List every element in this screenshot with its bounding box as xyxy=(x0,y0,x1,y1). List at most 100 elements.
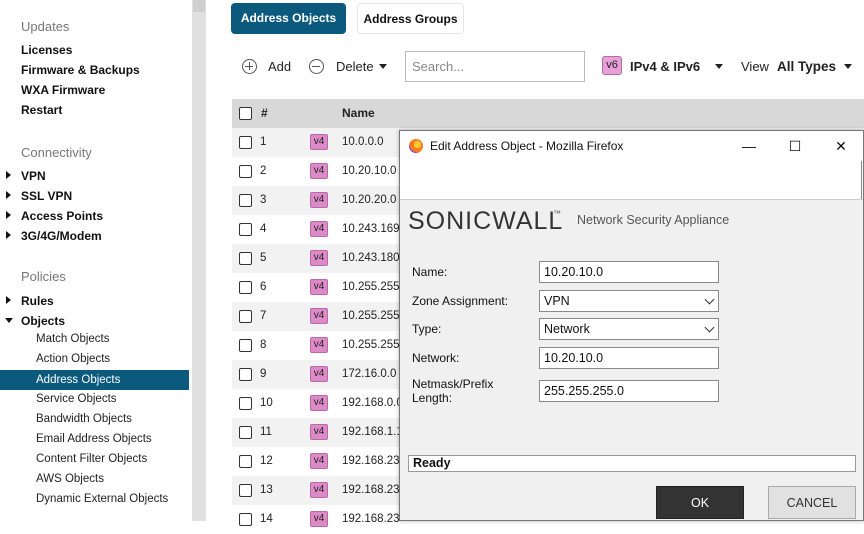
row-checkbox[interactable] xyxy=(239,281,252,294)
sidebar-item-action-objects[interactable]: Action Objects xyxy=(36,353,110,365)
sidebar-item-access-points[interactable]: Access Points xyxy=(21,209,103,223)
delete-dropdown-chevron-icon[interactable] xyxy=(379,64,387,69)
expand-arrow-icon[interactable] xyxy=(6,211,11,219)
dialog-header-divider xyxy=(861,161,862,199)
row-name[interactable]: 192.168.0.0 xyxy=(342,389,403,418)
sidebar-item-objects[interactable]: Objects xyxy=(21,314,65,328)
column-header-name[interactable]: Name xyxy=(342,99,375,128)
sidebar-item-bandwidth-objects[interactable]: Bandwidth Objects xyxy=(36,413,132,425)
ip-version-badge: v4 xyxy=(310,337,328,353)
add-icon[interactable] xyxy=(242,59,257,74)
sidebar-item-service-objects[interactable]: Service Objects xyxy=(36,393,117,405)
ip-version-dropdown[interactable]: IPv4 & IPv6 xyxy=(630,56,700,78)
sonicwall-logo: SONICWALL xyxy=(408,207,564,235)
row-checkbox[interactable] xyxy=(239,165,252,178)
row-name[interactable]: 192.168.1.1 xyxy=(342,418,403,447)
close-button[interactable]: ✕ xyxy=(818,131,863,161)
row-name[interactable]: 10.243.169. xyxy=(342,215,403,244)
sidebar-item-aws-objects[interactable]: AWS Objects xyxy=(36,473,104,485)
row-checkbox[interactable] xyxy=(239,194,252,207)
delete-icon[interactable] xyxy=(309,59,324,74)
sidebar-item-email-address-objects[interactable]: Email Address Objects xyxy=(36,433,152,445)
tab-address-objects[interactable]: Address Objects xyxy=(231,3,346,34)
row-name[interactable]: 10.255.255. xyxy=(342,302,403,331)
select-all-checkbox[interactable] xyxy=(239,107,252,120)
row-checkbox[interactable] xyxy=(239,252,252,265)
sidebar-item-dynamic-external-objects[interactable]: Dynamic External Objects xyxy=(36,493,168,505)
row-name[interactable]: 192.168.23 xyxy=(342,447,400,476)
row-number: 8 xyxy=(260,339,267,351)
expand-arrow-icon[interactable] xyxy=(6,296,11,304)
netmask-label-line1: Netmask/Prefix xyxy=(412,377,494,391)
ip-version-badge: v4 xyxy=(310,279,328,295)
sidebar-item-3g-4g-modem[interactable]: 3G/4G/Modem xyxy=(21,229,102,243)
row-checkbox[interactable] xyxy=(239,513,252,526)
firefox-icon xyxy=(409,139,423,153)
sidebar-item-restart[interactable]: Restart xyxy=(21,103,62,117)
row-name[interactable]: 10.255.255. xyxy=(342,331,403,360)
ok-button[interactable]: OK xyxy=(656,486,744,519)
search-input[interactable] xyxy=(405,51,585,82)
row-number: 1 xyxy=(260,136,267,148)
sidebar-item-licenses[interactable]: Licenses xyxy=(21,43,72,57)
table-header: # Name xyxy=(232,99,864,128)
sidebar-item-firmware-backups[interactable]: Firmware & Backups xyxy=(21,63,140,77)
row-checkbox[interactable] xyxy=(239,455,252,468)
maximize-button[interactable]: ☐ xyxy=(772,131,818,161)
sidebar-item-rules[interactable]: Rules xyxy=(21,294,54,308)
name-field[interactable]: 10.20.10.0 xyxy=(539,261,719,283)
cancel-button[interactable]: CANCEL xyxy=(768,486,856,519)
row-checkbox[interactable] xyxy=(239,397,252,410)
zone-assignment-select[interactable]: VPN xyxy=(539,290,719,312)
sidebar-scrollbar-thumb[interactable] xyxy=(193,0,205,12)
row-name[interactable]: 192.168.23 xyxy=(342,476,400,505)
type-select[interactable]: Network xyxy=(539,318,719,340)
ip-version-badge: v6 xyxy=(602,56,622,75)
sidebar-item-wxa-firmware[interactable]: WXA Firmware xyxy=(21,83,105,97)
row-checkbox[interactable] xyxy=(239,310,252,323)
view-type-dropdown[interactable]: All Types xyxy=(777,56,836,78)
sidebar-item-vpn[interactable]: VPN xyxy=(21,169,46,183)
row-number: 11 xyxy=(260,426,272,438)
section-title-policies: Policies xyxy=(21,269,66,284)
row-name[interactable]: 10.243.180. xyxy=(342,244,403,273)
minimize-button[interactable]: — xyxy=(726,131,772,161)
row-name[interactable]: 10.20.10.0 xyxy=(342,157,396,186)
sidebar-item-content-filter-objects[interactable]: Content Filter Objects xyxy=(36,453,147,465)
ip-version-badge: v4 xyxy=(310,163,328,179)
view-type-chevron-icon[interactable] xyxy=(844,64,852,69)
dialog-titlebar[interactable]: Edit Address Object - Mozilla Firefox — … xyxy=(400,131,863,161)
netmask-field[interactable]: 255.255.255.0 xyxy=(539,380,719,402)
expand-arrow-icon[interactable] xyxy=(6,231,11,239)
row-name[interactable]: 10.0.0.0 xyxy=(342,128,384,157)
dialog-title: Edit Address Object - Mozilla Firefox xyxy=(430,139,624,153)
sidebar-item-ssl-vpn[interactable]: SSL VPN xyxy=(21,189,72,203)
row-checkbox[interactable] xyxy=(239,368,252,381)
delete-button[interactable]: Delete xyxy=(336,56,374,78)
expand-arrow-icon[interactable] xyxy=(6,171,11,179)
edit-address-object-dialog: Edit Address Object - Mozilla Firefox — … xyxy=(399,130,864,521)
sidebar-scrollbar[interactable] xyxy=(192,0,206,521)
collapse-arrow-icon[interactable] xyxy=(5,318,13,323)
network-field[interactable]: 10.20.10.0 xyxy=(539,347,719,369)
row-name[interactable]: 172.16.0.0 xyxy=(342,360,396,389)
tab-address-groups[interactable]: Address Groups xyxy=(357,3,464,34)
ip-version-badge: v4 xyxy=(310,482,328,498)
row-name[interactable]: 192.168.23 xyxy=(342,505,400,534)
row-number: 5 xyxy=(260,252,267,264)
row-checkbox[interactable] xyxy=(239,136,252,149)
row-checkbox[interactable] xyxy=(239,426,252,439)
column-header-number[interactable]: # xyxy=(261,99,268,128)
ip-version-badge: v4 xyxy=(310,511,328,527)
logo-subtitle: Network Security Appliance xyxy=(577,213,730,227)
add-button[interactable]: Add xyxy=(268,56,291,78)
expand-arrow-icon[interactable] xyxy=(6,191,11,199)
sidebar-item-match-objects[interactable]: Match Objects xyxy=(36,333,110,345)
ip-version-chevron-icon[interactable] xyxy=(715,64,723,69)
row-name[interactable]: 10.255.255. xyxy=(342,273,403,302)
row-checkbox[interactable] xyxy=(239,223,252,236)
row-name[interactable]: 10.20.20.0 xyxy=(342,186,396,215)
row-checkbox[interactable] xyxy=(239,484,252,497)
row-checkbox[interactable] xyxy=(239,339,252,352)
sidebar-item-address-objects[interactable]: Address Objects xyxy=(0,370,189,390)
